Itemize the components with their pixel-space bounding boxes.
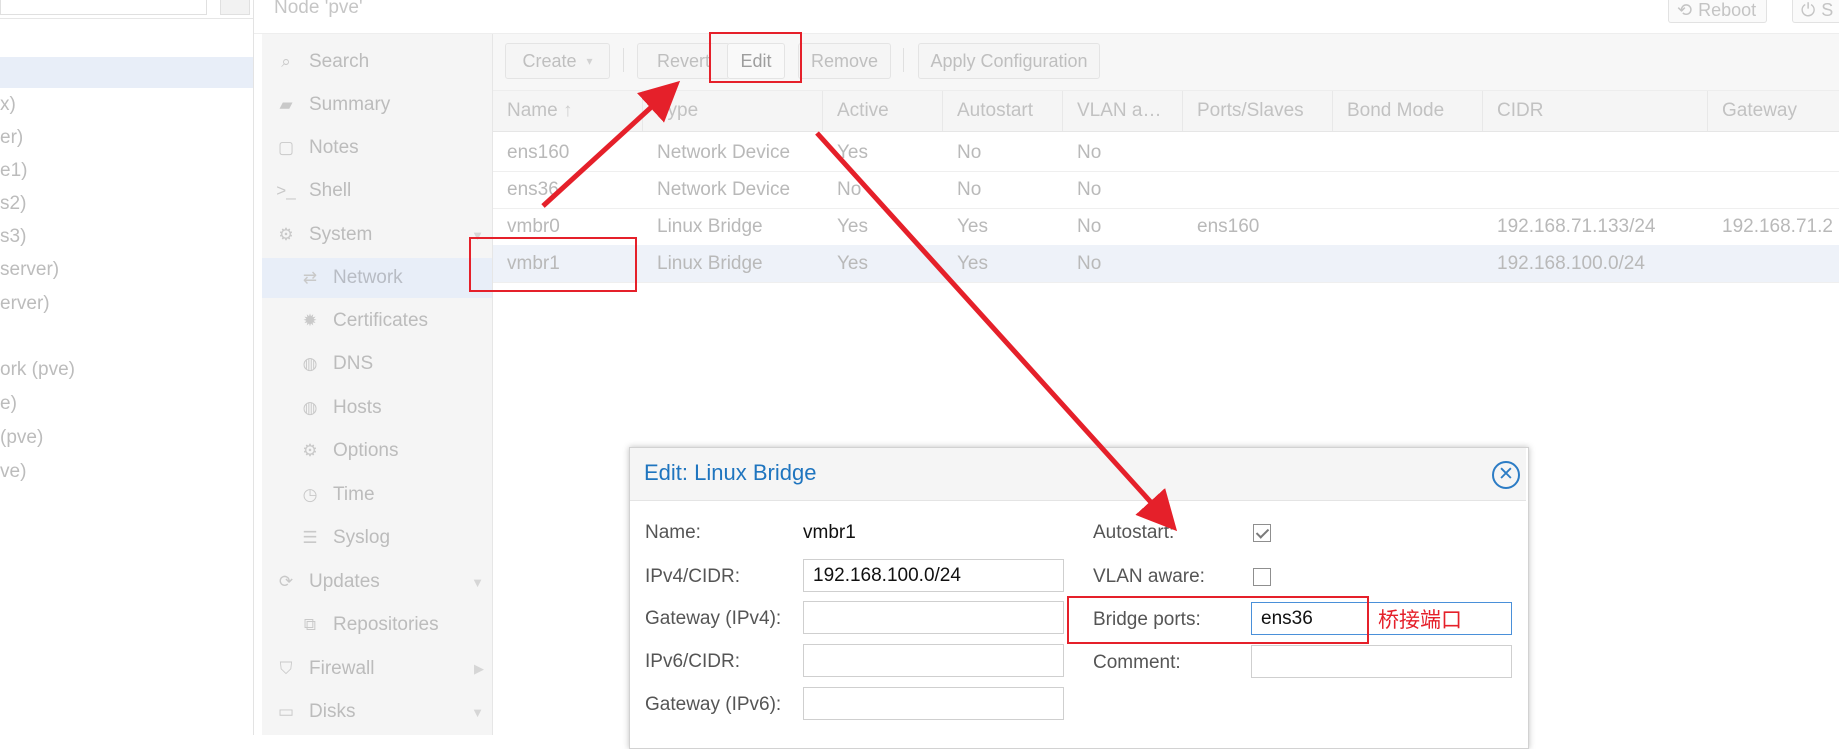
arrow-to-edit	[541, 80, 681, 208]
annotation-arrows	[541, 80, 1178, 532]
arrow-to-autostart	[815, 131, 1178, 532]
